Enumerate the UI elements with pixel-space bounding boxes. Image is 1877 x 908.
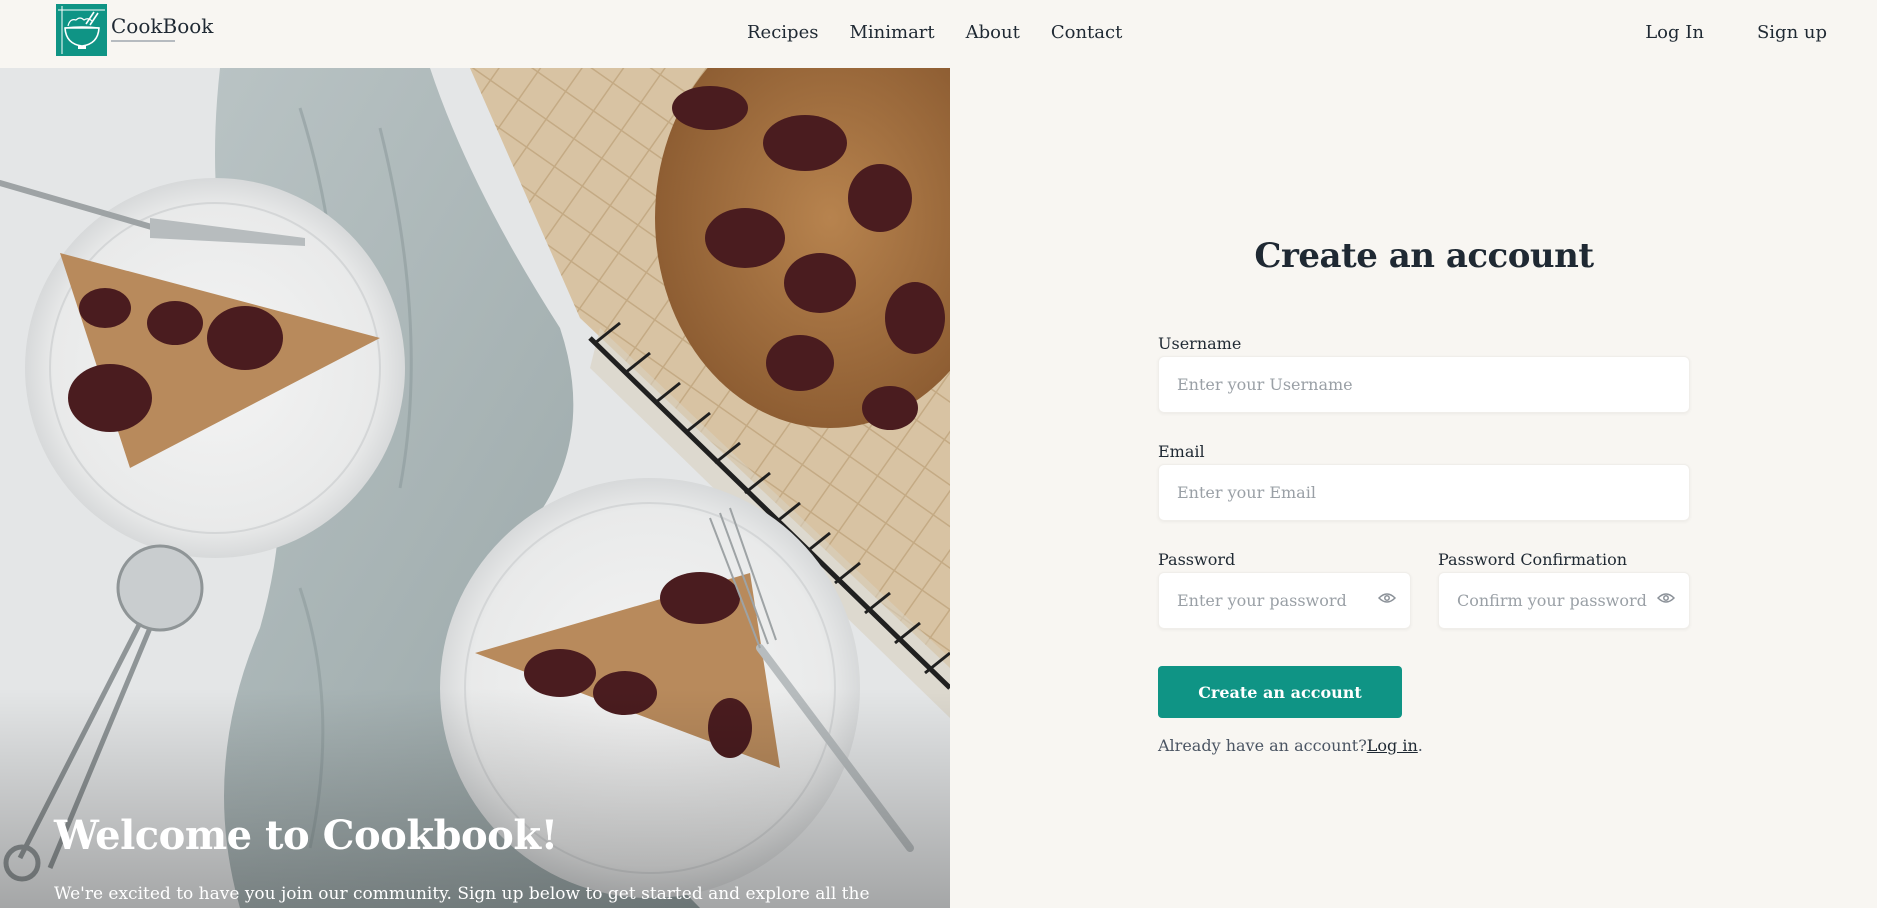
email-input[interactable]: [1159, 465, 1689, 520]
form-title: Create an account: [1254, 236, 1594, 276]
password-label: Password: [1158, 550, 1236, 569]
username-field-box: [1158, 356, 1690, 413]
nav-item-contact[interactable]: Contact: [1051, 20, 1122, 46]
password-confirmation-label: Password Confirmation: [1438, 550, 1628, 569]
login-prompt: Already have an account?Log in.: [1158, 736, 1423, 755]
username-label: Username: [1158, 334, 1242, 353]
brand-logo[interactable]: CookBook: [56, 4, 213, 56]
password-input[interactable]: [1159, 573, 1410, 628]
auth-links: Log In Sign up: [1645, 20, 1827, 46]
signup-link[interactable]: Sign up: [1757, 20, 1827, 46]
login-link[interactable]: Log In: [1645, 20, 1704, 46]
email-label: Email: [1158, 442, 1205, 461]
password-confirmation-field-box: [1438, 572, 1690, 629]
create-account-button[interactable]: Create an account: [1158, 666, 1402, 718]
login-prompt-link[interactable]: Log in: [1367, 736, 1418, 755]
nav-item-recipes[interactable]: Recipes: [747, 20, 818, 46]
nav-item-about[interactable]: About: [966, 20, 1020, 46]
password-confirmation-input[interactable]: [1439, 573, 1689, 628]
brand-name: CookBook: [111, 14, 214, 38]
hero-panel: Welcome to Cookbook! We're excited to ha…: [0, 68, 950, 908]
nav-item-minimart[interactable]: Minimart: [849, 20, 934, 46]
login-prompt-text: Already have an account?: [1158, 736, 1367, 755]
eye-icon[interactable]: [1378, 592, 1396, 604]
email-field-box: [1158, 464, 1690, 521]
username-input[interactable]: [1159, 357, 1689, 412]
hero-title: Welcome to Cookbook!: [54, 812, 558, 859]
site-header: CookBook Recipes Minimart About Contact …: [0, 0, 1877, 68]
password-field-box: [1158, 572, 1411, 629]
brand-tagline-mark: [111, 40, 213, 44]
hero-subtitle: We're excited to have you join our commu…: [54, 884, 870, 904]
eye-icon[interactable]: [1657, 592, 1675, 604]
bowl-with-chopsticks-icon: [56, 4, 107, 56]
login-prompt-period: .: [1417, 736, 1423, 755]
main-nav: Recipes Minimart About Contact: [747, 20, 1122, 46]
